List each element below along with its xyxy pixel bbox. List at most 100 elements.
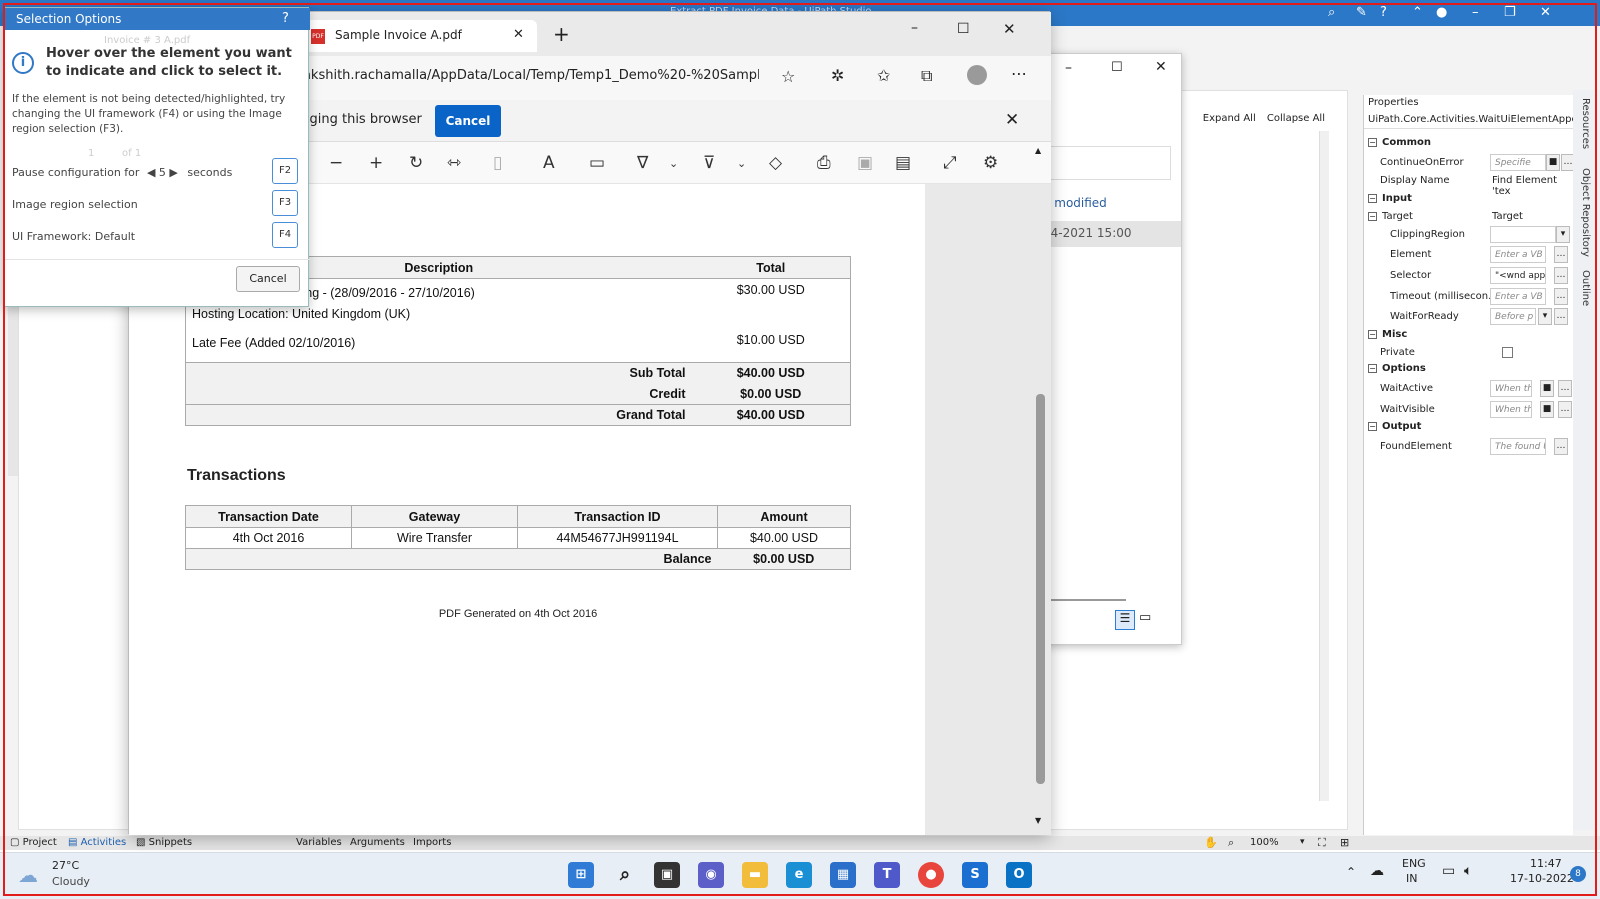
favorite-icon[interactable]: ☆ (781, 67, 795, 86)
prop-continue-on-error[interactable]: ContinueOnError Specifie ■… (1364, 153, 1575, 173)
browser-minimize-icon[interactable]: – (911, 20, 918, 36)
edge-icon[interactable]: e (786, 862, 812, 888)
draw-dropdown-icon[interactable]: ⌄ (669, 157, 678, 170)
text-icon[interactable]: ▭ (589, 153, 605, 173)
temperature[interactable]: 27°C (52, 859, 79, 872)
onedrive-icon[interactable]: ☁ (1370, 863, 1384, 879)
save-icon[interactable]: ▣ (857, 153, 873, 173)
favorites-icon[interactable]: ✩ (877, 66, 890, 85)
clock-time[interactable]: 11:47 (1530, 857, 1562, 870)
uipath-studio-icon[interactable]: S (962, 862, 988, 888)
extensions-icon[interactable]: ✲ (831, 66, 844, 85)
store-icon[interactable]: ▦ (830, 862, 856, 888)
f2-key[interactable]: F2 (272, 158, 298, 184)
tab-close-icon[interactable]: ✕ (513, 27, 524, 42)
private-checkbox[interactable] (1502, 347, 1513, 358)
display-icon[interactable]: ▭ (1442, 863, 1455, 879)
rotate-icon[interactable]: ↻ (409, 153, 423, 173)
chevron-up-icon[interactable]: ⌃ (1412, 5, 1423, 20)
prop-wait-for-ready[interactable]: WaitForReady Before p ▾… (1364, 307, 1574, 327)
notification-badge[interactable]: 8 (1570, 866, 1586, 882)
details-view-icon[interactable]: ☰ (1115, 610, 1135, 630)
variables-tab[interactable]: Variables (296, 837, 342, 848)
new-tab-icon[interactable]: + (553, 22, 570, 46)
f4-key[interactable]: F4 (272, 222, 298, 248)
prop-private[interactable]: Private (1364, 343, 1574, 363)
arguments-tab[interactable]: Arguments (350, 837, 405, 848)
zoom-out-icon[interactable]: − (329, 153, 343, 173)
help-icon[interactable]: ? (1380, 5, 1387, 20)
weather[interactable]: Cloudy (52, 875, 90, 888)
language-code[interactable]: ENG (1402, 857, 1426, 870)
overview-icon[interactable]: ⊞ (1340, 836, 1349, 849)
prop-wait-visible[interactable]: WaitVisible When th ■… (1364, 400, 1574, 420)
browser-maximize-icon[interactable]: ☐ (957, 21, 970, 37)
f3-key[interactable]: F3 (272, 190, 298, 216)
browser-close-icon[interactable]: ✕ (1003, 20, 1016, 38)
highlight-dropdown-icon[interactable]: ⌄ (737, 157, 746, 170)
account-icon[interactable]: ● (1436, 5, 1447, 20)
eraser-icon[interactable]: ◇ (769, 153, 782, 173)
zoom-level[interactable]: 100% (1250, 837, 1279, 848)
decrease-icon[interactable]: ◀ (147, 166, 155, 179)
resources-tab[interactable]: Resources (1580, 98, 1591, 149)
increase-icon[interactable]: ▶ (169, 166, 177, 179)
taskbar-search-icon[interactable]: ⌕ (612, 862, 638, 888)
debug-close-icon[interactable]: ✕ (1005, 110, 1019, 130)
language-region[interactable]: IN (1406, 872, 1417, 885)
outlook-icon[interactable]: O (1006, 862, 1032, 888)
explorer-close-icon[interactable]: ✕ (1155, 59, 1167, 75)
browser-tab-active[interactable]: PDF Sample Invoice A.pdf ✕ (305, 20, 537, 52)
prop-clipping-region[interactable]: ClippingRegion ▾ (1364, 225, 1574, 245)
collections-icon[interactable]: ⧉ (921, 66, 932, 86)
expand-all-button[interactable]: Expand All (1203, 113, 1256, 124)
prop-found-element[interactable]: FoundElement The found U… (1364, 437, 1574, 457)
hand-icon[interactable]: ✋ (1204, 836, 1218, 849)
chrome-icon[interactable]: ● (918, 862, 944, 888)
feedback-icon[interactable]: ✎ (1356, 5, 1367, 20)
prop-selector[interactable]: Selector "<wnd app:… (1364, 266, 1574, 286)
task-view-icon[interactable]: ▣ (654, 862, 680, 888)
save-as-icon[interactable]: ▤ (895, 153, 911, 173)
read-aloud-icon[interactable]: A (543, 153, 555, 173)
volume-icon[interactable]: 🔈︎ (1464, 863, 1472, 879)
address-bar[interactable]: C:/Users/rakshith.rachamalla/AppData/Loc… (239, 68, 759, 83)
maximize-icon[interactable]: ❐ (1504, 5, 1516, 20)
debug-cancel-button[interactable]: Cancel (435, 105, 501, 137)
minimize-icon[interactable]: – (1472, 5, 1479, 20)
cancel-button[interactable]: Cancel (236, 266, 300, 292)
scroll-down-icon[interactable]: ▼ (1035, 816, 1041, 825)
section-common[interactable]: − Common (1368, 137, 1431, 148)
activities-tab[interactable]: ▤ Activities (68, 837, 126, 848)
prop-target[interactable]: − Target Target (1364, 207, 1574, 227)
imports-tab[interactable]: Imports (413, 837, 451, 848)
prop-wait-active[interactable]: WaitActive When th ■… (1364, 379, 1574, 399)
fullscreen-icon[interactable]: ⤢ (943, 153, 957, 173)
explorer-maximize-icon[interactable]: ☐ (1111, 60, 1123, 75)
designer-scrollbar[interactable] (1319, 131, 1329, 801)
tiles-view-icon[interactable]: ▭ (1139, 610, 1151, 625)
snippets-tab[interactable]: ▧ Snippets (136, 837, 192, 848)
chat-icon[interactable]: ◉ (698, 862, 724, 888)
pause-value[interactable]: 5 (159, 166, 166, 179)
explorer-row[interactable]: 0-04-2021 15:00 (1031, 221, 1181, 247)
profile-icon[interactable] (967, 65, 987, 85)
more-icon[interactable]: ⋯ (1011, 64, 1027, 83)
help-button[interactable]: ? (282, 11, 289, 26)
project-tab[interactable]: ▢ Project (10, 837, 57, 848)
fit-screen-icon[interactable]: ⛶ (1318, 836, 1326, 850)
pdf-scrollbar-thumb[interactable] (1036, 394, 1045, 784)
close-icon[interactable]: ✕ (1540, 5, 1551, 20)
zoom-in-icon[interactable]: + (369, 153, 383, 173)
print-icon[interactable]: ⎙ (817, 153, 831, 173)
zoom-dropdown-icon[interactable]: ▾ (1300, 837, 1305, 847)
search-icon[interactable]: ⌕ (1328, 5, 1335, 20)
section-input[interactable]: − Input (1368, 193, 1412, 204)
explorer-search-box[interactable] (1031, 146, 1171, 180)
prop-element[interactable]: Element Enter a VB e… (1364, 245, 1574, 265)
prop-display-name[interactable]: Display Name Find Element 'tex (1364, 171, 1574, 197)
collapse-all-button[interactable]: Collapse All (1267, 113, 1325, 124)
prop-timeout[interactable]: Timeout (millisecon... Enter a VB e… (1364, 287, 1574, 307)
zoom-search-icon[interactable]: ⌕ (1228, 836, 1234, 850)
highlight-icon[interactable]: ⊽ (703, 153, 715, 173)
